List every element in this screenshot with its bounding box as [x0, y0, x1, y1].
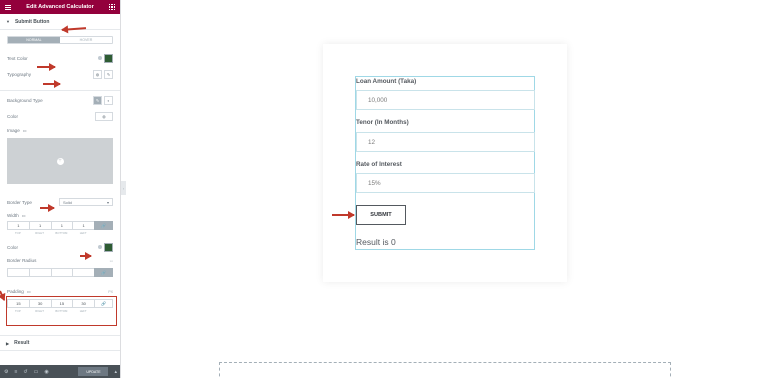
chevron-down-icon: ▾	[106, 199, 109, 205]
history-icon[interactable]: ↺	[23, 369, 27, 375]
layers-icon[interactable]: ≡	[14, 369, 17, 375]
submit-button[interactable]: SUBMIT	[356, 205, 406, 225]
calculator-form: Loan Amount (Taka) 10,000 Tenor (In Mont…	[355, 76, 535, 250]
width-top-input[interactable]: 1	[7, 221, 29, 230]
bg-color-row: Color ◍	[0, 108, 120, 124]
style-tabs: NORMAL HOVER	[7, 36, 113, 44]
tenor-label: Tenor (In Months)	[356, 119, 409, 126]
border-type-row: Border Type Solid ▾	[0, 194, 120, 210]
annotation-arrow	[40, 204, 55, 212]
monitor-icon: ▭	[109, 258, 113, 263]
panel-title: Edit Advanced Calculator	[26, 4, 94, 10]
border-type-label: Border Type	[7, 199, 32, 205]
annotation-arrow	[43, 80, 61, 88]
link-icon[interactable]: 🔗	[94, 268, 113, 277]
caret-down-icon: ▼	[6, 19, 10, 24]
monitor-icon: ▭	[26, 289, 31, 294]
rate-input[interactable]: 15%	[356, 173, 535, 193]
section-result[interactable]: ▶ Result	[0, 335, 120, 351]
bottom-bar: ⚙ ≡ ↺ ▭ ◉ Update ▴	[0, 365, 120, 378]
tab-hover[interactable]: HOVER	[60, 37, 112, 43]
width-dim-labels: Top Right Bottom Left	[7, 231, 113, 235]
reset-icon[interactable]	[98, 56, 102, 60]
caret-right-icon: ▶	[6, 340, 10, 346]
width-right-input[interactable]: 1	[28, 221, 51, 230]
result-text: Result is 0	[356, 237, 396, 247]
loan-amount-label: Loan Amount (Taka)	[356, 78, 417, 85]
typography-label: Typography	[7, 71, 32, 77]
preview-icon[interactable]: ◉	[44, 369, 48, 375]
gradient-icon[interactable]: ◐	[104, 95, 113, 105]
text-color-label: Text Color	[7, 55, 28, 61]
divider	[0, 90, 120, 91]
border-color-row: Color	[0, 239, 120, 255]
width-inputs: 1 1 1 1 🔗	[7, 221, 113, 230]
section-result-title: Result	[14, 340, 30, 346]
dim-label-bottom: Bottom	[55, 231, 68, 235]
update-button[interactable]: Update	[78, 367, 109, 376]
dim-label-left: Left	[79, 231, 87, 235]
radius-top-input[interactable]	[7, 268, 29, 277]
tenor-input[interactable]: 12	[356, 132, 535, 152]
editor-panel: Edit Advanced Calculator ▼ Submit Button…	[0, 0, 121, 378]
widgets-grid-icon[interactable]	[109, 4, 115, 10]
border-color-label: Color	[7, 244, 18, 250]
empty-section-dropzone[interactable]	[219, 362, 671, 378]
image-placeholder[interactable]: +	[7, 138, 113, 184]
pencil-icon[interactable]: ✎	[104, 69, 113, 79]
link-icon[interactable]: 🔗	[94, 221, 113, 230]
border-radius-inputs: 🔗	[7, 268, 113, 277]
annotation-arrow	[37, 63, 56, 71]
plus-icon: +	[56, 157, 64, 165]
section-submit-title: Submit Button	[14, 18, 50, 25]
padding-label: Padding	[7, 289, 24, 294]
background-type-label: Background Type	[7, 97, 43, 103]
panel-header: Edit Advanced Calculator	[0, 0, 120, 14]
text-color-row: Text Color	[0, 50, 120, 66]
loan-amount-input[interactable]: 10,000	[356, 90, 535, 110]
responsive-icon[interactable]: ▭	[34, 369, 39, 375]
border-color-swatch[interactable]	[104, 242, 113, 252]
border-radius-label: Border Radius	[7, 258, 37, 263]
reset-icon[interactable]	[98, 245, 102, 249]
monitor-icon: ▭	[21, 213, 26, 218]
bg-color-label: Color	[7, 113, 18, 119]
border-type-value: Solid	[63, 199, 72, 205]
unit-selector[interactable]: PX	[108, 290, 113, 294]
brush-icon[interactable]: ✎	[93, 95, 102, 105]
dim-label-top: Top	[15, 231, 21, 235]
width-bottom-input[interactable]: 1	[50, 221, 73, 230]
image-label: Image	[7, 127, 20, 133]
annotation-arrow	[80, 252, 92, 260]
padding-highlight-box	[6, 296, 117, 326]
monitor-icon: ▭	[22, 127, 27, 133]
border-type-select[interactable]: Solid ▾	[59, 198, 113, 206]
globe-icon[interactable]: ◍	[93, 69, 102, 79]
chevron-up-icon[interactable]: ▴	[114, 369, 117, 375]
radius-bottom-input[interactable]	[50, 268, 73, 277]
radius-right-input[interactable]	[28, 268, 51, 277]
background-type-row: Background Type ✎ ◐	[0, 92, 120, 108]
rate-label: Rate of Interest	[356, 161, 402, 168]
width-label: Width	[7, 213, 19, 218]
preview-canvas: Loan Amount (Taka) 10,000 Tenor (In Mont…	[126, 0, 768, 378]
bg-color-swatch[interactable]: ◍	[95, 111, 113, 121]
text-color-swatch[interactable]	[104, 53, 113, 63]
tab-normal[interactable]: NORMAL	[8, 37, 60, 43]
border-radius-row: Border Radius ▭	[0, 255, 120, 266]
width-row: Width ▭	[0, 210, 120, 221]
radius-left-input[interactable]	[72, 268, 94, 277]
image-row: Image ▭	[0, 124, 120, 136]
width-left-input[interactable]: 1	[72, 221, 94, 230]
annotation-arrow	[332, 211, 355, 219]
settings-icon[interactable]: ⚙	[4, 369, 8, 375]
dim-label-right: Right	[35, 231, 44, 235]
